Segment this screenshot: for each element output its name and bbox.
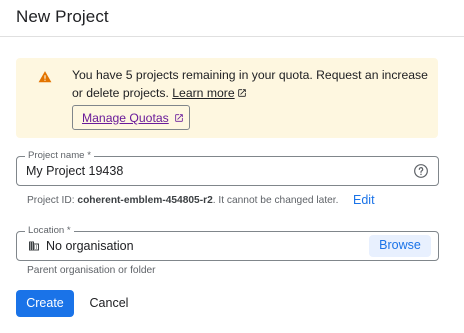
create-button[interactable]: Create	[16, 290, 74, 317]
project-name-input[interactable]: My Project 19438	[26, 164, 123, 178]
location-field[interactable]: Location * No organisation Browse	[16, 225, 439, 261]
help-circle-icon[interactable]	[413, 163, 429, 179]
project-id-text: Project ID: coherent-emblem-454805-r2. I…	[27, 195, 338, 206]
open-in-new-icon	[175, 114, 183, 122]
cancel-label: Cancel	[89, 296, 129, 310]
page-header: New Project	[0, 0, 464, 37]
page-title: New Project	[16, 7, 109, 26]
cancel-button[interactable]: Cancel	[80, 290, 138, 317]
quota-message-block: You have 5 projects remaining in your qu…	[72, 66, 428, 102]
quota-warning-banner: You have 5 projects remaining in your qu…	[16, 58, 438, 138]
project-name-label: Project name *	[25, 150, 94, 162]
location-hint: Parent organisation or folder	[27, 265, 156, 276]
location-value: No organisation	[46, 239, 134, 253]
new-project-page: New Project You have 5 projects remainin…	[0, 0, 464, 333]
browse-button[interactable]: Browse	[369, 235, 431, 257]
building-icon	[29, 241, 39, 251]
open-in-new-icon	[237, 89, 246, 97]
project-id-value: coherent-emblem-454805-r2	[77, 195, 213, 206]
project-id-suffix: . It cannot be changed later.	[212, 195, 339, 206]
project-id-prefix: Project ID:	[27, 195, 75, 206]
project-name-field[interactable]: Project name * My Project 19438	[16, 150, 439, 186]
quota-message: You have 5 projects remaining in your qu…	[72, 68, 428, 100]
edit-project-id-link[interactable]: Edit	[353, 193, 375, 207]
manage-quotas-label: Manage Quotas	[82, 111, 169, 125]
create-label: Create	[26, 296, 64, 310]
learn-more-link[interactable]: Learn more	[172, 86, 246, 100]
warning-icon	[38, 71, 52, 83]
learn-more-label: Learn more	[172, 86, 235, 100]
location-label: Location *	[25, 225, 74, 237]
browse-label: Browse	[379, 238, 421, 252]
manage-quotas-button[interactable]: Manage Quotas	[72, 105, 190, 130]
